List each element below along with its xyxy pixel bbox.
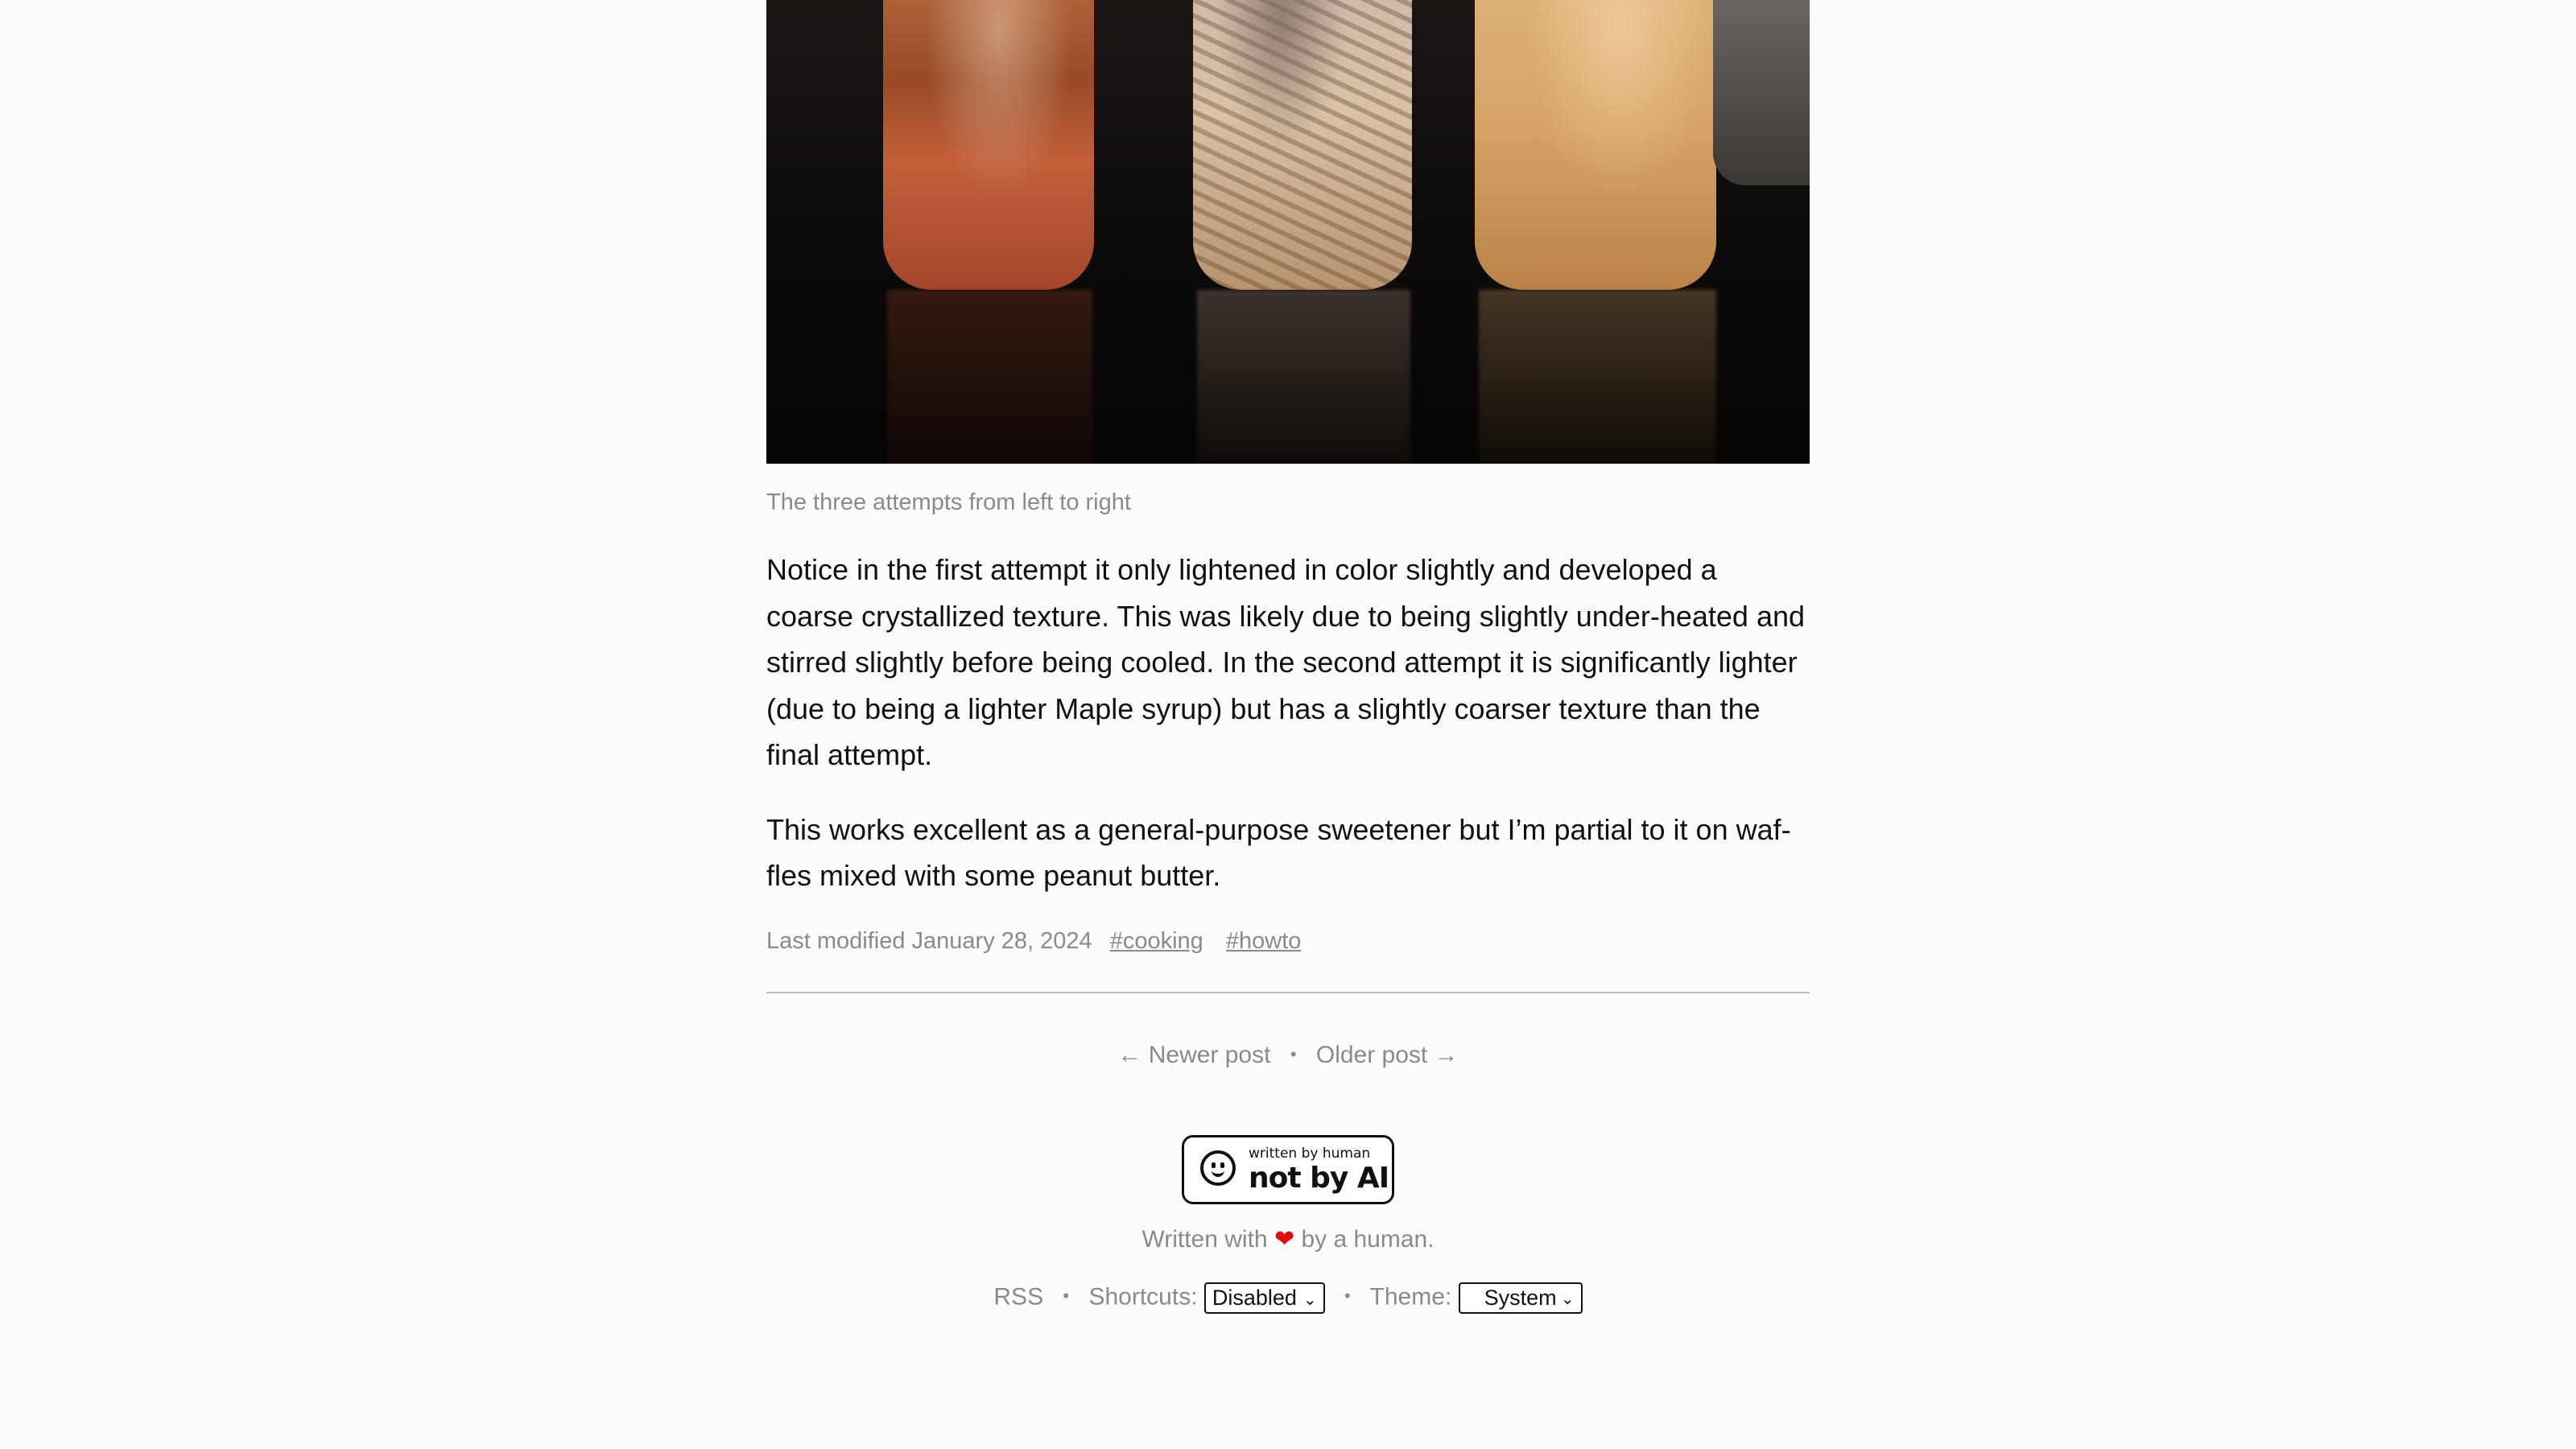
- article-column: The three attempts from left to right No…: [766, 0, 1810, 1314]
- reflection: [1479, 290, 1716, 464]
- theme-label: Theme:: [1369, 1282, 1452, 1310]
- separator: •: [1063, 1285, 1070, 1306]
- last-modified: Last modified January 28, 2024: [766, 927, 1092, 954]
- jar-second-attempt: [1193, 0, 1412, 290]
- newer-post-link[interactable]: ← Newer post: [1117, 1042, 1270, 1068]
- not-by-ai-badge[interactable]: written by human not by AI: [1182, 1134, 1394, 1204]
- written-by-line: Written with ❤ by a human.: [766, 1225, 1810, 1253]
- article-paragraph: Notice in the first attempt it only ligh…: [766, 553, 1806, 771]
- shortcuts-label: Shortcuts:: [1088, 1282, 1198, 1310]
- theme-select[interactable]: System ⌄: [1458, 1282, 1583, 1314]
- reflection: [887, 290, 1092, 464]
- badge-small-text: written by human: [1249, 1145, 1371, 1162]
- written-prefix: Written with: [1141, 1225, 1268, 1253]
- article-photo: [766, 0, 1810, 464]
- badge-big-text: not by AI: [1249, 1161, 1389, 1195]
- jar-final-attempt: [1475, 0, 1716, 290]
- chevron-down-icon: ⌄: [1560, 1290, 1575, 1308]
- heart-icon: ❤: [1274, 1225, 1295, 1253]
- article-paragraph: This works excellent as a general-purpos…: [766, 812, 1791, 893]
- separator: •: [1290, 1043, 1297, 1064]
- figure-caption: The three attempts from left to right: [766, 489, 1131, 515]
- chevron-down-icon: ⌄: [1302, 1290, 1317, 1309]
- divider: [766, 991, 1810, 993]
- post-navigation: ← Newer post • Older post →: [766, 1042, 1810, 1069]
- tag-howto[interactable]: #howto: [1226, 928, 1302, 954]
- written-suffix: by a human.: [1301, 1225, 1435, 1253]
- shortcuts-value: Disabled: [1212, 1285, 1297, 1310]
- separator: •: [1344, 1285, 1351, 1306]
- tag-cooking[interactable]: #cooking: [1110, 928, 1203, 954]
- older-post-link[interactable]: Older post →: [1316, 1042, 1459, 1068]
- rss-link[interactable]: RSS: [993, 1283, 1043, 1310]
- theme-value: System: [1484, 1285, 1557, 1310]
- badge-wrapper: written by human not by AI: [766, 1134, 1810, 1208]
- pot-rim: [1713, 0, 1810, 185]
- smiley-icon: [1200, 1150, 1236, 1186]
- shortcuts-select[interactable]: Disabled ⌄: [1203, 1282, 1325, 1314]
- jar-first-attempt: [883, 0, 1094, 290]
- site-footer: RSS • Shortcuts: Disabled ⌄ • Theme: Syst…: [766, 1282, 1810, 1314]
- post-meta: Last modified January 28, 2024 #cooking …: [766, 928, 1810, 955]
- reflection: [1197, 290, 1410, 464]
